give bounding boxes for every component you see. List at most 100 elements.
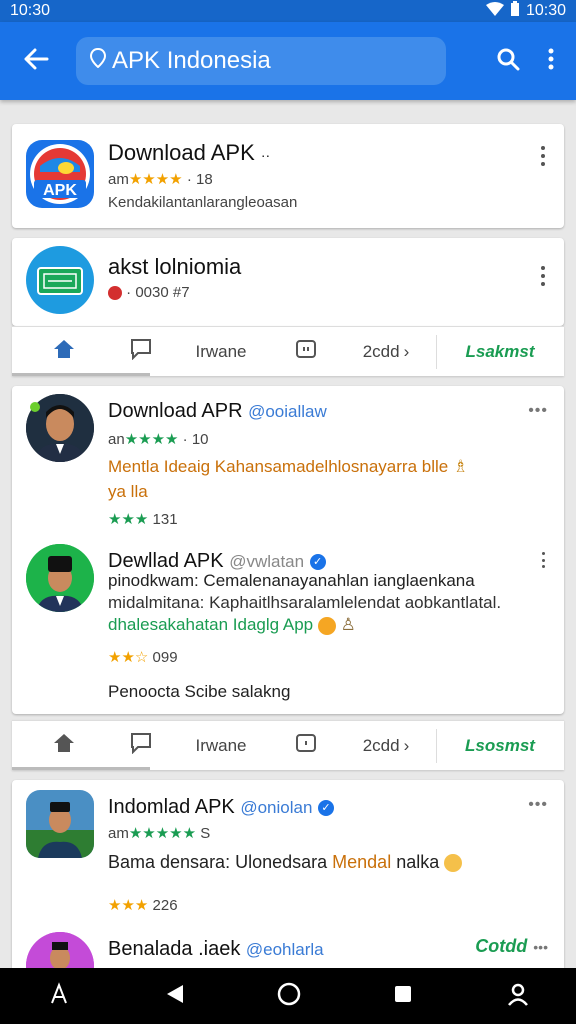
avatar[interactable]: [26, 544, 94, 612]
app-card[interactable]: APK Download APK ·· am★★★★ · 18 Kendakil…: [12, 124, 564, 228]
back-triangle-icon[interactable]: [165, 983, 185, 1010]
rating-count: · 10: [182, 431, 209, 448]
square-icon[interactable]: [393, 984, 413, 1009]
bottom-count: 226: [152, 897, 178, 914]
wallet-app-icon: [26, 246, 94, 314]
rating-prefix: an: [108, 431, 125, 448]
search-field[interactable]: APK Indonesia: [76, 37, 446, 85]
action-green-link[interactable]: Lsosmst: [437, 736, 563, 756]
status-time-left: 10:30: [10, 2, 51, 19]
more-vert-icon[interactable]: [540, 146, 546, 166]
app-title-suffix: ··: [260, 147, 271, 163]
post-title: Indomlad APK: [108, 796, 235, 818]
chevron-right-icon: ›: [403, 341, 410, 361]
action-bar: Irwane 2cdd › Lsakmst: [12, 326, 564, 376]
posts-card: Download APR @ooiallaw an★★★★ · 10 Mentl…: [12, 386, 564, 714]
emoji-person-icon: ♙: [340, 615, 356, 634]
post-text-c: nalka: [396, 852, 440, 872]
rating-count: · 18: [186, 171, 213, 188]
action-bar: Irwane 2cdd › Lsosmst: [12, 720, 564, 770]
home-icon: [52, 732, 76, 759]
more-horiz-icon[interactable]: •••: [528, 796, 548, 814]
action-green-link[interactable]: Lsakmst: [437, 342, 563, 362]
post-footer: Penoocta Scibe salakng: [108, 682, 291, 701]
back-button[interactable]: [14, 39, 58, 83]
emoji-face-icon: [444, 854, 463, 873]
comment-icon: [130, 338, 152, 365]
app-card[interactable]: akst lolniomia · 0030 #7: [12, 238, 564, 326]
post-handle[interactable]: @vwlatan: [229, 552, 304, 571]
post-text-line3: dhalesakahatan Idaglg App: [108, 615, 314, 634]
bottom-stars: ★★★: [108, 511, 149, 528]
action-label[interactable]: Irwane: [166, 736, 276, 756]
home-button[interactable]: [12, 338, 116, 365]
post-handle[interactable]: @ooiallaw: [248, 402, 327, 421]
post-handle[interactable]: @oniolan: [240, 798, 312, 817]
more-vert-icon[interactable]: [540, 552, 546, 568]
count-label: 2cdd: [362, 735, 400, 755]
post-title: Benalada .iaek: [108, 938, 241, 960]
rating-prefix: am: [108, 825, 129, 842]
more-vert-icon[interactable]: [548, 48, 554, 75]
post-title: Download APR: [108, 400, 243, 422]
media-button[interactable]: [276, 339, 336, 364]
app-meta: · 0030 #7: [126, 284, 190, 301]
rating-stars: ★★★★: [128, 171, 183, 188]
home-button[interactable]: [12, 732, 116, 759]
post-green-link[interactable]: Cotdd: [475, 936, 527, 957]
arrow-back-icon: [23, 48, 49, 75]
person-icon[interactable]: [506, 982, 530, 1011]
search-icon[interactable]: [496, 47, 520, 76]
search-text: APK Indonesia: [112, 47, 271, 74]
post-handle[interactable]: @eohlarla: [246, 940, 324, 959]
status-bar: 10:30 10:30: [0, 0, 576, 22]
battery-icon: [510, 0, 520, 22]
tab-indicator: [12, 767, 150, 770]
comment-button[interactable]: [116, 732, 166, 759]
bottom-stars: ★★★: [108, 897, 149, 914]
rating-stars: ★★☆: [108, 649, 149, 666]
wifi-icon: [485, 1, 504, 21]
rating-stars: ★★★★: [124, 431, 179, 448]
rating-count: 099: [152, 649, 178, 666]
count-button[interactable]: 2cdd ›: [336, 736, 436, 756]
media-icon: [295, 339, 317, 364]
rating-prefix: am: [108, 171, 129, 188]
post-title: Dewllad APK: [108, 550, 224, 572]
online-dot: [30, 402, 40, 412]
media-button[interactable]: [276, 733, 336, 758]
media-icon: [295, 733, 317, 758]
count-label: 2cdd: [362, 341, 400, 361]
rating-stars: ★★★★★: [128, 825, 197, 842]
count-button[interactable]: 2cdd ›: [336, 342, 436, 362]
svg-text:APK: APK: [43, 182, 77, 199]
home-circle-icon[interactable]: [277, 982, 301, 1011]
system-nav-bar: [0, 968, 576, 1024]
comment-button[interactable]: [116, 338, 166, 365]
status-time-right: 10:30: [525, 2, 566, 19]
chevron-right-icon: ›: [403, 735, 410, 755]
more-vert-icon[interactable]: [540, 266, 546, 286]
more-horiz-icon[interactable]: •••: [528, 402, 548, 420]
post-text-cont: ya lla: [108, 482, 148, 501]
apk-app-icon: APK: [26, 140, 94, 208]
posts-card: Indomlad APK @oniolan ✓ am★★★★★ S Bama d…: [12, 780, 564, 1000]
post-text-line2: midalmitana: Kaphaitlhsaralamlelendat ao…: [108, 593, 502, 612]
bottom-count: 131: [152, 511, 178, 528]
emoji-icon: ♗: [452, 457, 469, 476]
app-title: akst lolniomia: [108, 254, 242, 279]
verified-icon: ✓: [317, 799, 334, 816]
recents-icon[interactable]: [46, 981, 72, 1012]
app-bar: APK Indonesia: [0, 22, 576, 100]
post-text: Mentla Ideaig Kahansamadelhlosnayarra bl…: [108, 457, 449, 476]
post-text-a: Bama densara: Ulonedsara: [108, 852, 328, 872]
home-icon: [52, 338, 76, 365]
verified-icon: ✓: [309, 553, 326, 570]
more-horiz-icon[interactable]: •••: [533, 939, 548, 955]
location-pin-icon: [89, 47, 107, 75]
tab-indicator: [12, 373, 150, 376]
app-subtitle: Kendakilantanlarangleoasan: [108, 194, 298, 211]
action-label[interactable]: Irwane: [166, 342, 276, 362]
avatar[interactable]: [26, 790, 94, 858]
post-text-b: Mendal: [332, 852, 392, 872]
